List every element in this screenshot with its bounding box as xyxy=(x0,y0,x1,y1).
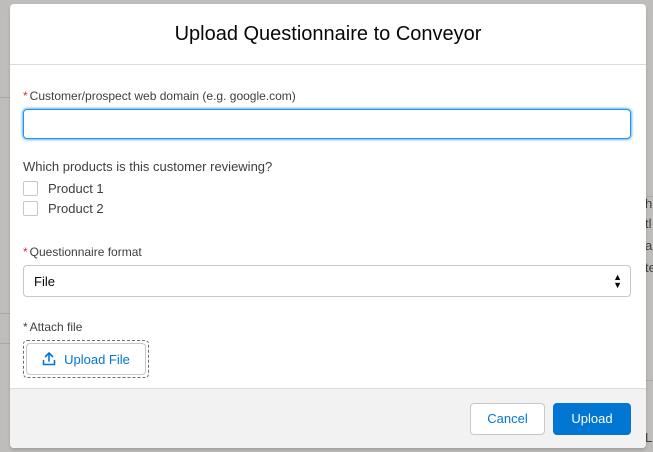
product-2-label[interactable]: Product 2 xyxy=(48,201,104,216)
upload-file-button[interactable]: Upload File xyxy=(26,343,146,375)
product-1-label[interactable]: Product 1 xyxy=(48,181,104,196)
product-2-option[interactable]: Product 2 xyxy=(23,198,631,218)
modal-footer: Cancel Upload xyxy=(10,388,646,448)
attach-label: * Attach file xyxy=(23,320,149,334)
format-select-value: File xyxy=(34,273,55,289)
upload-file-label: Upload File xyxy=(64,351,130,367)
attach-label-text: Attach file xyxy=(29,320,83,334)
format-label-text: Questionnaire format xyxy=(29,245,142,259)
products-field: Which products is this customer reviewin… xyxy=(23,159,631,218)
upload-button[interactable]: Upload xyxy=(553,402,631,435)
domain-label: * Customer/prospect web domain (e.g. goog… xyxy=(23,89,631,103)
format-field: * Questionnaire format File ▲ ▼ xyxy=(23,245,631,297)
background-divider xyxy=(0,343,10,344)
background-text: L xyxy=(645,430,653,445)
format-select[interactable]: File ▲ ▼ xyxy=(23,265,631,297)
modal-header: Upload Questionnaire to Conveyor xyxy=(10,4,646,65)
background-divider xyxy=(0,97,10,98)
background-divider xyxy=(0,313,10,314)
attach-field: * Attach file Upload File xyxy=(23,320,149,378)
required-marker: * xyxy=(23,89,28,103)
background-text: h xyxy=(645,196,653,211)
upload-icon xyxy=(42,352,56,366)
background-divider xyxy=(646,380,653,381)
modal-body: * Customer/prospect web domain (e.g. goog… xyxy=(10,65,646,387)
file-drop-zone[interactable]: Upload File xyxy=(23,340,149,378)
modal-title: Upload Questionnaire to Conveyor xyxy=(174,22,482,45)
required-marker: * xyxy=(23,245,28,259)
select-arrows-icon: ▲ ▼ xyxy=(613,272,622,290)
domain-label-text: Customer/prospect web domain (e.g. googl… xyxy=(29,89,296,103)
cancel-button[interactable]: Cancel xyxy=(470,402,545,435)
product-1-checkbox[interactable] xyxy=(23,180,38,196)
upload-questionnaire-modal: Upload Questionnaire to Conveyor * Custom… xyxy=(10,4,646,448)
products-question: Which products is this customer reviewin… xyxy=(23,159,273,174)
background-text: te xyxy=(645,260,653,275)
domain-input[interactable] xyxy=(23,109,631,139)
product-1-option[interactable]: Product 1 xyxy=(23,178,631,198)
required-marker: * xyxy=(23,320,28,334)
domain-field: * Customer/prospect web domain (e.g. goog… xyxy=(23,89,631,139)
format-label: * Questionnaire format xyxy=(23,245,631,259)
background-text: a xyxy=(645,238,653,253)
product-2-checkbox[interactable] xyxy=(23,200,38,216)
